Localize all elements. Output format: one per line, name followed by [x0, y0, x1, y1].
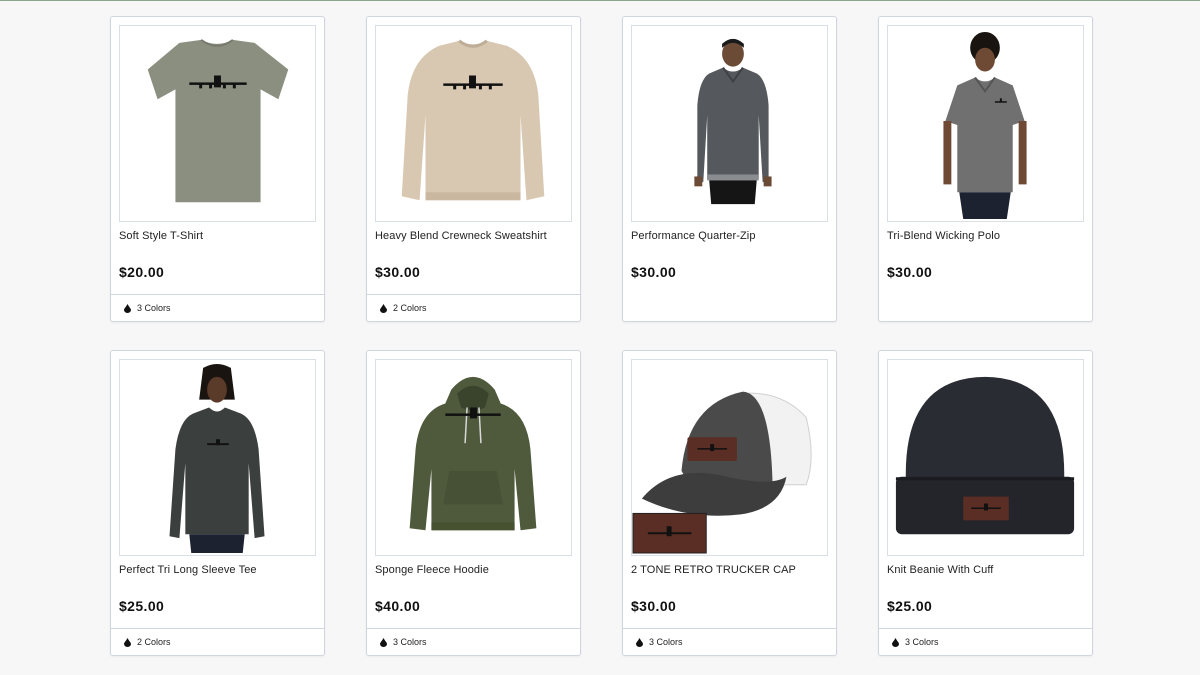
product-image-hoodie[interactable] [375, 359, 572, 556]
droplet-icon [124, 303, 131, 313]
product-image-quarter-zip[interactable] [631, 25, 828, 222]
color-count[interactable]: 3 Colors [111, 294, 324, 321]
product-name[interactable]: 2 TONE RETRO TRUCKER CAP [631, 564, 796, 576]
color-count-label: 2 Colors [137, 637, 171, 647]
product-card[interactable]: Heavy Blend Crewneck Sweatshirt $30.00 2… [366, 16, 581, 322]
droplet-icon [380, 637, 387, 647]
color-count[interactable]: 3 Colors [367, 628, 580, 655]
product-name[interactable]: Performance Quarter-Zip [631, 230, 756, 242]
color-count[interactable]: 2 Colors [111, 628, 324, 655]
product-price: $30.00 [631, 264, 677, 280]
product-image-sweatshirt[interactable] [375, 25, 572, 222]
product-grid: Soft Style T-Shirt $20.00 3 Colors Heavy… [110, 16, 1093, 656]
product-price: $20.00 [119, 264, 165, 280]
product-name[interactable]: Heavy Blend Crewneck Sweatshirt [375, 230, 547, 242]
product-price: $40.00 [375, 598, 421, 614]
color-count[interactable]: 3 Colors [623, 628, 836, 655]
product-image-trucker-cap[interactable] [631, 359, 828, 556]
product-name[interactable]: Sponge Fleece Hoodie [375, 564, 489, 576]
product-price: $25.00 [119, 598, 165, 614]
product-price: $30.00 [887, 264, 933, 280]
product-image-tshirt[interactable] [119, 25, 316, 222]
color-count-label: 3 Colors [393, 637, 427, 647]
product-image-beanie[interactable] [887, 359, 1084, 556]
droplet-icon [636, 637, 643, 647]
product-name[interactable]: Knit Beanie With Cuff [887, 564, 993, 576]
product-card[interactable]: Sponge Fleece Hoodie $40.00 3 Colors [366, 350, 581, 656]
product-price: $25.00 [887, 598, 933, 614]
product-card[interactable]: Tri-Blend Wicking Polo $30.00 [878, 16, 1093, 322]
product-name[interactable]: Perfect Tri Long Sleeve Tee [119, 564, 257, 576]
product-image-polo[interactable] [887, 25, 1084, 222]
droplet-icon [124, 637, 131, 647]
product-name[interactable]: Tri-Blend Wicking Polo [887, 230, 1000, 242]
product-image-long-sleeve[interactable] [119, 359, 316, 556]
color-count-label: 3 Colors [905, 637, 939, 647]
product-name[interactable]: Soft Style T-Shirt [119, 230, 203, 242]
product-price: $30.00 [375, 264, 421, 280]
color-count-label: 3 Colors [137, 303, 171, 313]
droplet-icon [892, 637, 899, 647]
product-card[interactable]: Knit Beanie With Cuff $25.00 3 Colors [878, 350, 1093, 656]
color-count[interactable]: 2 Colors [367, 294, 580, 321]
color-count-label: 3 Colors [649, 637, 683, 647]
product-card[interactable]: Performance Quarter-Zip $30.00 [622, 16, 837, 322]
product-card[interactable]: Soft Style T-Shirt $20.00 3 Colors [110, 16, 325, 322]
product-price: $30.00 [631, 598, 677, 614]
droplet-icon [380, 303, 387, 313]
color-count[interactable]: 3 Colors [879, 628, 1092, 655]
product-card[interactable]: 2 TONE RETRO TRUCKER CAP $30.00 3 Colors [622, 350, 837, 656]
color-count-label: 2 Colors [393, 303, 427, 313]
product-card[interactable]: Perfect Tri Long Sleeve Tee $25.00 2 Col… [110, 350, 325, 656]
